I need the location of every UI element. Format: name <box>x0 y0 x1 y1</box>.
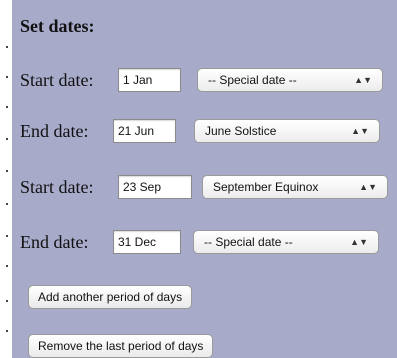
edge-mark <box>6 265 8 267</box>
updown-arrows-icon: ▲▼ <box>354 75 372 85</box>
page: Set dates: Start date: -- Special date -… <box>0 0 397 358</box>
start-date-input[interactable] <box>118 68 181 92</box>
end-date-label: End date: <box>20 232 89 252</box>
end-date-input[interactable] <box>113 119 176 143</box>
set-dates-panel: Set dates: Start date: -- Special date -… <box>12 0 397 358</box>
edge-mark <box>6 76 8 78</box>
edge-mark <box>6 106 8 108</box>
end-date-input[interactable] <box>113 230 181 254</box>
end-special-date-select[interactable]: June Solstice ▲▼ <box>194 119 380 143</box>
select-value: -- Special date -- <box>208 73 297 87</box>
end-date-row: End date: -- Special date -- ▲▼ <box>20 227 395 257</box>
updown-arrows-icon: ▲▼ <box>359 182 377 192</box>
remove-period-button[interactable]: Remove the last period of days <box>28 334 214 358</box>
left-edge-marks <box>0 0 12 358</box>
start-special-date-select[interactable]: September Equinox ▲▼ <box>202 175 388 199</box>
start-date-row: Start date: September Equinox ▲▼ <box>20 172 395 202</box>
select-value: -- Special date -- <box>204 235 293 249</box>
start-special-date-select[interactable]: -- Special date -- ▲▼ <box>197 68 383 92</box>
edge-mark <box>6 138 8 140</box>
edge-mark <box>6 235 8 237</box>
end-date-row: End date: June Solstice ▲▼ <box>20 116 395 146</box>
select-value: June Solstice <box>205 124 277 138</box>
start-date-label: Start date: <box>20 70 94 90</box>
end-date-label: End date: <box>20 121 89 141</box>
edge-mark <box>6 300 8 302</box>
add-period-button[interactable]: Add another period of days <box>28 285 193 309</box>
edge-mark <box>6 170 8 172</box>
edge-mark <box>6 330 8 332</box>
start-date-row: Start date: -- Special date -- ▲▼ <box>20 65 395 95</box>
updown-arrows-icon: ▲▼ <box>351 126 369 136</box>
select-value: September Equinox <box>213 180 319 194</box>
start-date-label: Start date: <box>20 177 94 197</box>
edge-mark <box>6 203 8 205</box>
end-special-date-select[interactable]: -- Special date -- ▲▼ <box>193 230 379 254</box>
updown-arrows-icon: ▲▼ <box>350 237 368 247</box>
start-date-input[interactable] <box>118 175 192 199</box>
edge-mark <box>6 46 8 48</box>
panel-title: Set dates: <box>20 16 95 36</box>
